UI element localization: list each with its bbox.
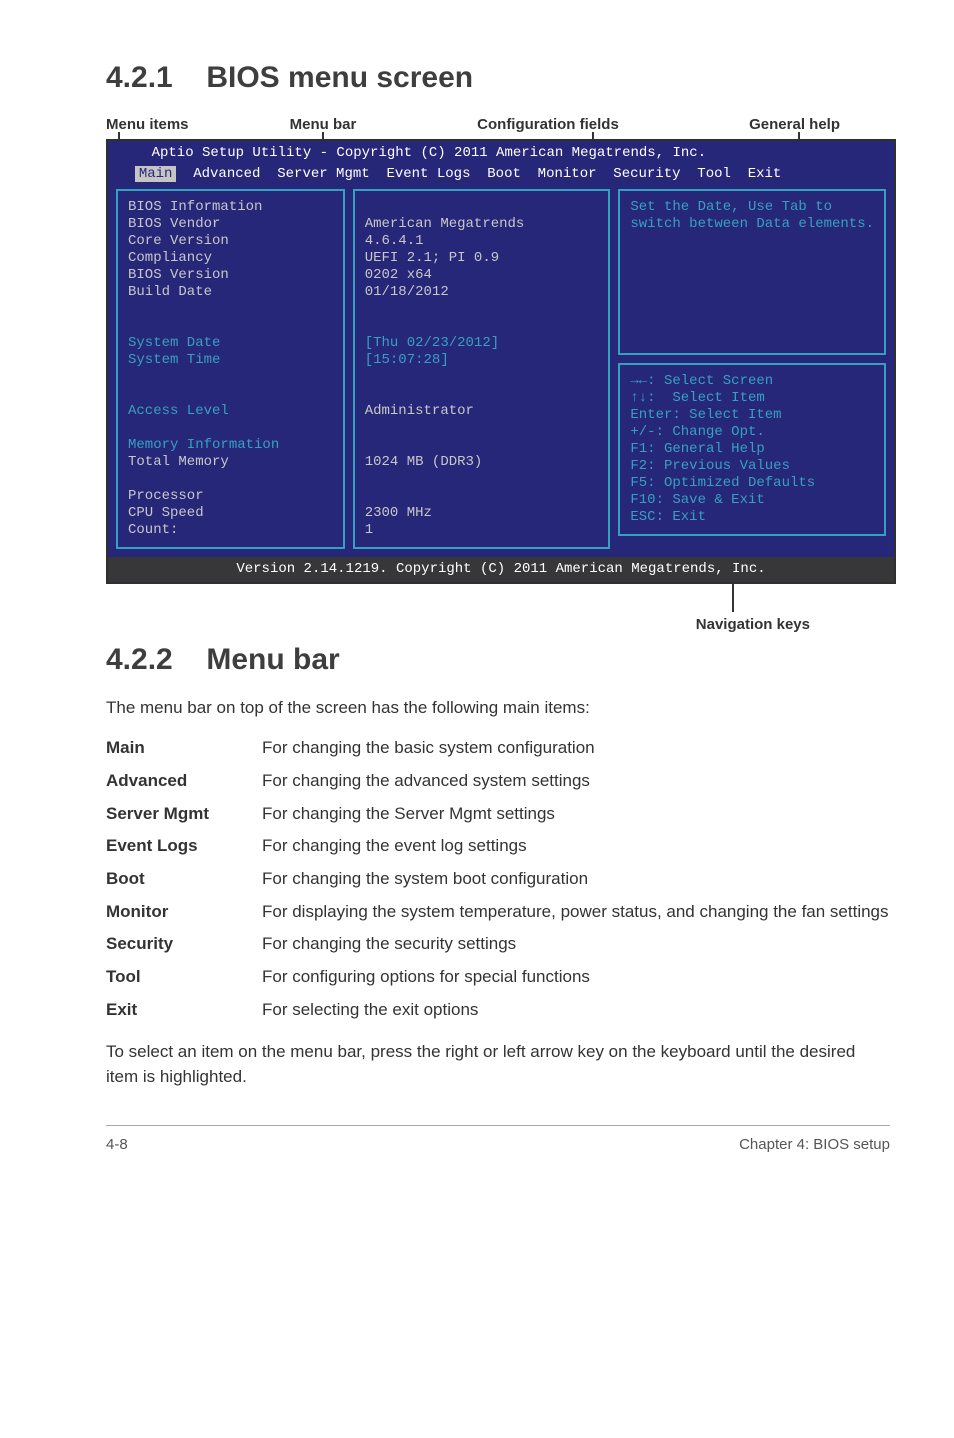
nav-keys-callout: Navigation keys bbox=[106, 590, 896, 638]
menubar-intro: The menu bar on top of the screen has th… bbox=[106, 696, 890, 721]
def-key: Boot bbox=[106, 863, 262, 896]
legend-menu-items: Menu items bbox=[106, 116, 189, 133]
bios-mid-pane: American Megatrends 4.6.4.1 UEFI 2.1; PI… bbox=[353, 189, 611, 549]
bios-menubar: Main Advanced Server Mgmt Event Logs Boo… bbox=[108, 166, 894, 189]
def-value: For changing the event log settings bbox=[262, 830, 889, 863]
def-value: For selecting the exit options bbox=[262, 994, 889, 1027]
section-number: 4.2.1 bbox=[106, 56, 198, 100]
def-key: Security bbox=[106, 928, 262, 961]
table-row: MainFor changing the basic system config… bbox=[106, 732, 889, 765]
def-value: For changing the security settings bbox=[262, 928, 889, 961]
section-number: 4.2.2 bbox=[106, 638, 198, 682]
legend-menu-bar: Menu bar bbox=[290, 116, 357, 133]
table-row: MonitorFor displaying the system tempera… bbox=[106, 896, 889, 929]
bios-header: Aptio Setup Utility - Copyright (C) 2011… bbox=[108, 141, 894, 166]
section-4-2-2-title: 4.2.2 Menu bar bbox=[106, 638, 890, 682]
bios-nav-pane: →←: Select Screen ↑↓: Select Item Enter:… bbox=[618, 363, 886, 536]
def-key: Server Mgmt bbox=[106, 798, 262, 831]
page-number: 4-8 bbox=[106, 1134, 128, 1156]
bios-menu-main: Main bbox=[135, 166, 177, 182]
diagram-legend: Menu items Menu bar Configuration fields… bbox=[106, 114, 890, 136]
def-key: Tool bbox=[106, 961, 262, 994]
table-row: BootFor changing the system boot configu… bbox=[106, 863, 889, 896]
table-row: Server MgmtFor changing the Server Mgmt … bbox=[106, 798, 889, 831]
chapter-label: Chapter 4: BIOS setup bbox=[739, 1134, 890, 1156]
nav-keys-label: Navigation keys bbox=[696, 614, 810, 636]
def-value: For changing the system boot configurati… bbox=[262, 863, 889, 896]
section-text: BIOS menu screen bbox=[206, 61, 473, 94]
bios-footer: Version 2.14.1219. Copyright (C) 2011 Am… bbox=[108, 557, 894, 582]
table-row: ExitFor selecting the exit options bbox=[106, 994, 889, 1027]
section-text: Menu bar bbox=[206, 643, 339, 676]
legend-config-fields: Configuration fields bbox=[477, 116, 619, 133]
legend-general-help: General help bbox=[749, 116, 840, 133]
bios-left-pane: BIOS Information BIOS Vendor Core Versio… bbox=[116, 189, 345, 549]
page-footer: 4-8 Chapter 4: BIOS setup bbox=[106, 1125, 890, 1156]
menubar-tail: To select an item on the menu bar, press… bbox=[106, 1040, 890, 1089]
table-row: SecurityFor changing the security settin… bbox=[106, 928, 889, 961]
def-value: For changing the advanced system setting… bbox=[262, 765, 889, 798]
def-value: For displaying the system temperature, p… bbox=[262, 896, 889, 929]
def-key: Event Logs bbox=[106, 830, 262, 863]
table-row: AdvancedFor changing the advanced system… bbox=[106, 765, 889, 798]
section-4-2-1-title: 4.2.1 BIOS menu screen bbox=[106, 56, 890, 100]
table-row: Event LogsFor changing the event log set… bbox=[106, 830, 889, 863]
def-key: Monitor bbox=[106, 896, 262, 929]
def-key: Exit bbox=[106, 994, 262, 1027]
bios-menu-rest: Advanced Server Mgmt Event Logs Boot Mon… bbox=[176, 166, 781, 182]
def-value: For changing the Server Mgmt settings bbox=[262, 798, 889, 831]
def-key: Main bbox=[106, 732, 262, 765]
menubar-definitions: MainFor changing the basic system config… bbox=[106, 732, 889, 1026]
def-value: For configuring options for special func… bbox=[262, 961, 889, 994]
table-row: ToolFor configuring options for special … bbox=[106, 961, 889, 994]
def-key: Advanced bbox=[106, 765, 262, 798]
bios-screenshot: Aptio Setup Utility - Copyright (C) 2011… bbox=[106, 139, 896, 584]
def-value: For changing the basic system configurat… bbox=[262, 732, 889, 765]
bios-help-pane: Set the Date, Use Tab to switch between … bbox=[618, 189, 886, 355]
